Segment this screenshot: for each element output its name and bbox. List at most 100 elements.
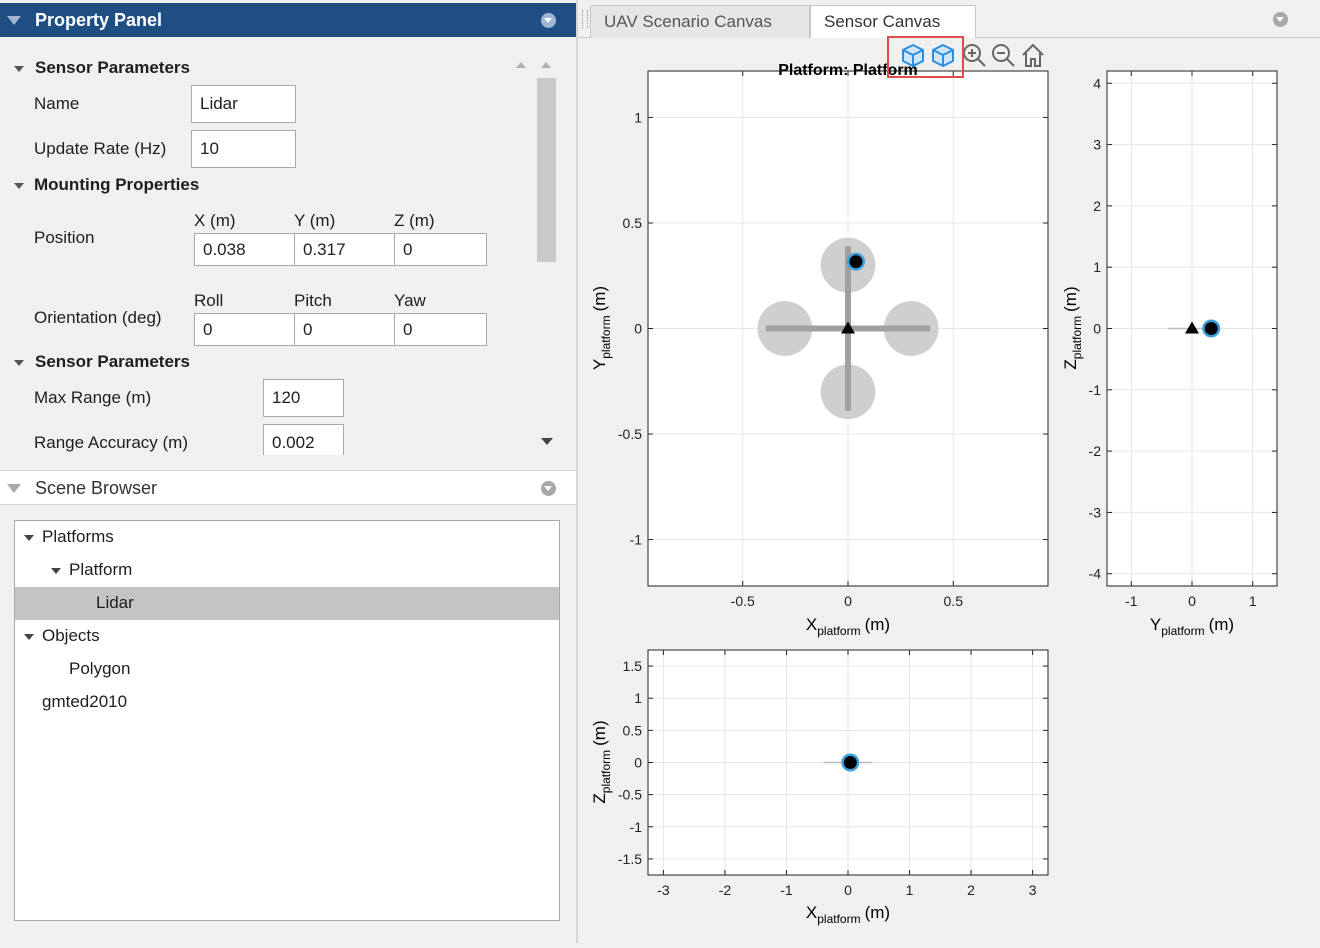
orientation-label: Orientation (deg) — [34, 308, 162, 327]
max-range-field[interactable] — [263, 379, 344, 417]
sensor-marker-core — [1204, 322, 1218, 335]
tab-sensor-canvas[interactable]: Sensor Canvas — [810, 5, 976, 39]
x-column-label: X (m) — [194, 211, 236, 230]
scroll-down-arrow-icon[interactable] — [541, 438, 553, 445]
scrollbar-thumb[interactable] — [537, 78, 556, 262]
expand-triangle-icon[interactable] — [24, 634, 34, 640]
scroll-up-arrow-icon[interactable] — [541, 62, 551, 68]
y-tick-label: 0.5 — [623, 722, 643, 738]
x-tick-label: 0.5 — [944, 593, 964, 609]
name-label: Name — [34, 94, 80, 113]
section-title-sensor-parameters: Sensor Parameters — [35, 58, 190, 77]
yaw-column-label: Yaw — [394, 291, 426, 310]
y-tick-label: -0.5 — [618, 426, 642, 442]
property-panel-title: Property Panel — [35, 10, 163, 30]
zoom-in-icon[interactable] — [963, 44, 986, 67]
x-tick-label: 0 — [844, 593, 852, 609]
x-tick-label: -1 — [780, 882, 793, 898]
tab-label: UAV Scenario Canvas — [604, 12, 772, 31]
tree-item-lidar[interactable]: Lidar — [15, 587, 559, 620]
y-tick-label: -4 — [1089, 566, 1102, 582]
y-tick-label: 1 — [1093, 259, 1101, 275]
expand-triangle-icon[interactable] — [24, 535, 34, 541]
position-y-field[interactable] — [294, 233, 395, 266]
x-tick-label: 0 — [844, 882, 852, 898]
collapse-triangle-icon[interactable] — [7, 16, 21, 25]
y-tick-label: 1 — [634, 690, 642, 706]
side-view-ylabel: Zplatform(m) — [1061, 286, 1084, 369]
orientation-pitch-field[interactable] — [294, 313, 395, 346]
expand-triangle-icon[interactable] — [51, 568, 61, 574]
y-tick-label: 2 — [1093, 198, 1101, 214]
tree-item-label: gmted2010 — [42, 692, 128, 711]
y-tick-label: -1 — [630, 532, 643, 548]
range-accuracy-field[interactable] — [263, 424, 344, 455]
sensor-marker-core — [843, 756, 857, 769]
orientation-roll-field[interactable] — [194, 313, 295, 346]
x-tick-label: -2 — [719, 882, 732, 898]
scene-tree[interactable]: Platforms Platform Lidar Objects Polygon… — [14, 520, 560, 921]
y-tick-label: 0 — [634, 755, 642, 771]
home-icon[interactable] — [1022, 43, 1044, 67]
side-view-xlabel: Yplatform (m) — [1150, 615, 1234, 638]
tree-item-polygon[interactable]: Polygon — [15, 653, 559, 686]
property-panel-header[interactable]: Property Panel — [0, 3, 576, 37]
x-tick-label: -3 — [657, 882, 670, 898]
orientation-yaw-field[interactable] — [394, 313, 487, 346]
tree-item-label: Polygon — [69, 659, 131, 678]
y-tick-label: -1.5 — [618, 851, 642, 867]
scene-browser-header[interactable]: Scene Browser — [0, 470, 576, 505]
y-tick-label: -1 — [630, 819, 643, 835]
roll-column-label: Roll — [194, 291, 224, 310]
expand-triangle-icon[interactable] — [14, 360, 24, 366]
y-tick-label: 4 — [1093, 75, 1101, 91]
panel-menu-icon[interactable] — [1273, 12, 1288, 27]
tree-item-label: Platforms — [42, 527, 114, 546]
panel-menu-icon[interactable] — [541, 13, 556, 28]
x-tick-label: -1 — [1125, 593, 1138, 609]
top-view-xlabel: Xplatform (m) — [806, 615, 890, 638]
y-tick-label: 3 — [1093, 137, 1101, 153]
tree-item-objects[interactable]: Objects — [15, 620, 559, 653]
scroll-up-arrow-icon[interactable] — [516, 62, 526, 68]
range-accuracy-clip — [263, 424, 344, 455]
zoom-out-icon[interactable] — [992, 44, 1015, 67]
tree-item-gmted2010[interactable]: gmted2010 — [15, 686, 559, 719]
position-label: Position — [34, 228, 95, 247]
drag-grip-icon[interactable] — [582, 10, 588, 28]
expand-triangle-icon[interactable] — [14, 66, 24, 72]
plots-svg: -0.5 0 0.5-1-0.500.51 Platform: Platform X… — [590, 62, 1278, 926]
expand-triangle-icon[interactable] — [14, 183, 24, 189]
top-view-ylabel: Yplatform(m) — [590, 286, 613, 370]
highlight-box — [887, 36, 964, 78]
update-rate-label: Update Rate (Hz) — [34, 139, 167, 158]
front-view-ylabel: Zplatform(m) — [590, 720, 613, 803]
y-tick-label: 1.5 — [623, 658, 643, 674]
position-x-field[interactable] — [194, 233, 295, 266]
y-tick-label: 0 — [1093, 321, 1101, 337]
range-accuracy-label: Range Accuracy (m) — [34, 433, 188, 452]
front-view-xlabel: Xplatform (m) — [806, 903, 890, 926]
update-rate-field[interactable] — [191, 130, 296, 168]
position-z-field[interactable] — [394, 233, 487, 266]
y-tick-label: 0 — [634, 321, 642, 337]
section-title-sensor-parameters-2: Sensor Parameters — [35, 352, 190, 371]
tab-uav-scenario-canvas[interactable]: UAV Scenario Canvas — [590, 5, 810, 38]
y-tick-label: -3 — [1089, 504, 1102, 520]
tree-item-label: Objects — [42, 626, 100, 645]
tab-bar: UAV Scenario Canvas Sensor Canvas — [578, 0, 1320, 39]
collapse-triangle-icon[interactable] — [7, 484, 21, 493]
tree-item-platforms[interactable]: Platforms — [15, 521, 559, 554]
scene-browser-title: Scene Browser — [35, 478, 158, 498]
y-tick-label: 1 — [634, 109, 642, 125]
y-tick-label: -1 — [1089, 382, 1102, 398]
max-range-label: Max Range (m) — [34, 388, 152, 407]
name-field[interactable] — [191, 85, 296, 123]
section-title-mounting: Mounting Properties — [34, 175, 200, 194]
tab-label: Sensor Canvas — [824, 12, 941, 31]
z-column-label: Z (m) — [394, 211, 435, 230]
sensor-canvas[interactable]: -0.5 0 0.5 -1 -0.5 0 0.5 1 Platform: Platform X… — [578, 38, 1320, 943]
y-tick-label: -2 — [1089, 443, 1102, 459]
panel-menu-icon[interactable] — [541, 481, 556, 496]
tree-item-platform[interactable]: Platform — [15, 554, 559, 587]
